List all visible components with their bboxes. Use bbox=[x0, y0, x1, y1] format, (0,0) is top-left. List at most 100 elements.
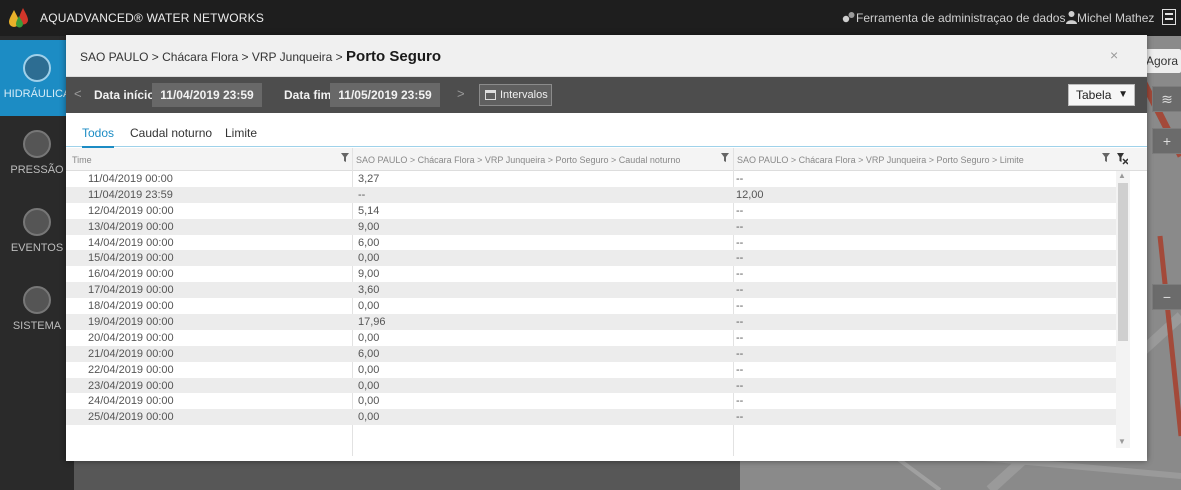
filter-icon[interactable] bbox=[341, 153, 349, 162]
table-row[interactable]: 11/04/2019 23:59 -- 12,00 bbox=[66, 186, 1116, 203]
cell-caudal-noturno: 6,00 bbox=[358, 347, 380, 360]
user-name[interactable]: Michel Mathez bbox=[1077, 11, 1154, 25]
cell-time: 13/04/2019 00:00 bbox=[88, 220, 174, 233]
view-select[interactable]: Tabela ▼ bbox=[1068, 84, 1135, 106]
cell-caudal-noturno: 0,00 bbox=[358, 300, 380, 313]
table-body: 11/04/2019 00:00 3,27 -- 11/04/2019 23:59 --… bbox=[66, 171, 1116, 426]
cell-caudal-noturno: 0,00 bbox=[358, 411, 380, 424]
filter-icon[interactable] bbox=[721, 153, 729, 162]
vertical-scrollbar[interactable]: ▲ ▼ bbox=[1116, 171, 1130, 448]
cell-time: 25/04/2019 00:00 bbox=[88, 411, 174, 424]
cell-limite: -- bbox=[736, 173, 744, 185]
cell-caudal-noturno: 0,00 bbox=[358, 252, 380, 265]
nav-item-sistema[interactable]: SISTEMA bbox=[0, 286, 74, 346]
table-row[interactable]: 23/04/2019 00:00 0,00 -- bbox=[66, 377, 1116, 394]
left-navigation: HIDRÁULICA PRESSÃO EVENTOS SISTEMA bbox=[0, 36, 74, 490]
cell-caudal-noturno: 3,60 bbox=[358, 284, 380, 297]
cell-caudal-noturno: 0,00 bbox=[358, 395, 380, 408]
table-row[interactable]: 11/04/2019 00:00 3,27 -- bbox=[66, 171, 1116, 187]
cell-limite: -- bbox=[736, 300, 744, 313]
top-app-bar: AQUADVANCED® WATER NETWORKS Ferramenta d… bbox=[0, 0, 1181, 36]
tab-todos[interactable]: Todos bbox=[82, 126, 115, 148]
start-date-label: Data início bbox=[94, 88, 155, 102]
data-table: Time SAO PAULO > Chácara Flora > VRP Jun… bbox=[66, 148, 1147, 456]
table-row[interactable]: 12/04/2019 00:00 5,14 -- bbox=[66, 203, 1116, 219]
nav-item-hidraulica[interactable]: HIDRÁULICA bbox=[0, 40, 74, 116]
series-tabs: Todos Caudal noturno Limite bbox=[66, 113, 1147, 148]
scroll-up-icon[interactable]: ▲ bbox=[1118, 171, 1126, 180]
table-row[interactable]: 24/04/2019 00:00 0,00 -- bbox=[66, 393, 1116, 409]
cell-time: 23/04/2019 00:00 bbox=[88, 379, 174, 392]
cell-caudal-noturno: 6,00 bbox=[358, 236, 380, 249]
cell-caudal-noturno: 17,96 bbox=[358, 316, 386, 329]
table-row[interactable]: 15/04/2019 00:00 0,00 -- bbox=[66, 250, 1116, 267]
nav-item-pressao[interactable]: PRESSÃO bbox=[0, 130, 74, 190]
modal-header: SAO PAULO > Chácara Flora > VRP Junqueir… bbox=[66, 35, 1147, 77]
cell-caudal-noturno: 9,00 bbox=[358, 268, 380, 281]
table-row[interactable]: 16/04/2019 00:00 9,00 -- bbox=[66, 266, 1116, 282]
cell-time: 17/04/2019 00:00 bbox=[88, 284, 174, 297]
column-header-time[interactable]: Time bbox=[72, 155, 92, 165]
cell-limite: -- bbox=[736, 204, 744, 217]
table-row[interactable]: 14/04/2019 00:00 6,00 -- bbox=[66, 235, 1116, 251]
cell-limite: -- bbox=[736, 236, 744, 249]
cell-limite: -- bbox=[736, 252, 744, 265]
admin-tool-link[interactable]: Ferramenta de administraçao de dados bbox=[856, 11, 1065, 25]
close-icon[interactable]: × bbox=[1110, 47, 1118, 63]
table-row[interactable]: 25/04/2019 00:00 0,00 -- bbox=[66, 409, 1116, 426]
cell-time: 20/04/2019 00:00 bbox=[88, 331, 174, 344]
menu-icon[interactable] bbox=[1162, 9, 1176, 25]
cell-time: 11/04/2019 00:00 bbox=[88, 173, 173, 185]
table-row[interactable]: 19/04/2019 00:00 17,96 -- bbox=[66, 314, 1116, 330]
nav-label: SISTEMA bbox=[12, 320, 62, 332]
end-date-label: Data fim bbox=[284, 88, 332, 102]
table-row[interactable]: 20/04/2019 00:00 0,00 -- bbox=[66, 330, 1116, 346]
chevron-down-icon: ▼ bbox=[1118, 89, 1128, 100]
cell-time: 12/04/2019 00:00 bbox=[88, 204, 174, 217]
layers-icon[interactable]: ≋ bbox=[1152, 86, 1181, 112]
cell-time: 16/04/2019 00:00 bbox=[88, 268, 174, 281]
column-header-caudal[interactable]: SAO PAULO > Chácara Flora > VRP Junqueir… bbox=[356, 155, 680, 165]
date-toolbar: < Data início 11/04/2019 23:59 Data fim … bbox=[66, 77, 1147, 113]
user-icon bbox=[1066, 11, 1077, 24]
breadcrumb-current: Porto Seguro bbox=[346, 48, 442, 65]
cell-limite: -- bbox=[736, 347, 744, 360]
filter-icon[interactable] bbox=[1102, 153, 1110, 162]
table-row[interactable]: 21/04/2019 00:00 6,00 -- bbox=[66, 345, 1116, 362]
tab-caudal-noturno[interactable]: Caudal noturno bbox=[130, 126, 212, 140]
breadcrumb: SAO PAULO > Chácara Flora > VRP Junqueir… bbox=[80, 48, 441, 65]
end-date-field[interactable]: 11/05/2019 23:59 bbox=[330, 83, 440, 107]
cell-limite: -- bbox=[736, 395, 744, 408]
admin-tools-icon bbox=[842, 12, 855, 23]
clear-filter-icon[interactable] bbox=[1117, 153, 1128, 165]
water-drop-logo-icon bbox=[9, 8, 28, 28]
column-header-limite[interactable]: SAO PAULO > Chácara Flora > VRP Junqueir… bbox=[737, 155, 1024, 165]
globe-icon bbox=[23, 54, 51, 82]
cell-limite: -- bbox=[736, 363, 744, 376]
zoom-out-icon[interactable]: − bbox=[1152, 284, 1181, 310]
cell-time: 11/04/2019 23:59 bbox=[88, 188, 173, 201]
scroll-down-icon[interactable]: ▼ bbox=[1118, 437, 1126, 446]
nav-item-eventos[interactable]: EVENTOS bbox=[0, 208, 74, 268]
zoom-in-icon[interactable]: + bbox=[1152, 128, 1181, 154]
scrollbar-thumb[interactable] bbox=[1118, 183, 1128, 341]
calendar-icon bbox=[485, 90, 496, 100]
table-row[interactable]: 13/04/2019 00:00 9,00 -- bbox=[66, 218, 1116, 235]
gauge-icon bbox=[23, 130, 51, 158]
table-row[interactable]: 22/04/2019 00:00 0,00 -- bbox=[66, 362, 1116, 378]
next-period-icon[interactable]: > bbox=[457, 86, 465, 101]
nav-label: HIDRÁULICA bbox=[3, 88, 71, 100]
cell-time: 22/04/2019 00:00 bbox=[88, 363, 174, 376]
start-date-field[interactable]: 11/04/2019 23:59 bbox=[152, 83, 262, 107]
tab-limite[interactable]: Limite bbox=[225, 126, 257, 140]
intervals-button[interactable]: Intervalos bbox=[479, 84, 552, 106]
cell-caudal-noturno: 0,00 bbox=[358, 363, 380, 376]
table-row[interactable]: 18/04/2019 00:00 0,00 -- bbox=[66, 298, 1116, 314]
cell-limite: 12,00 bbox=[736, 188, 764, 201]
cell-time: 19/04/2019 00:00 bbox=[88, 316, 174, 329]
app-title: AQUADVANCED® WATER NETWORKS bbox=[40, 11, 265, 25]
table-row[interactable]: 17/04/2019 00:00 3,60 -- bbox=[66, 282, 1116, 299]
cell-caudal-noturno: 0,00 bbox=[358, 379, 380, 392]
cell-caudal-noturno: 9,00 bbox=[358, 220, 380, 233]
previous-period-icon[interactable]: < bbox=[74, 86, 82, 101]
